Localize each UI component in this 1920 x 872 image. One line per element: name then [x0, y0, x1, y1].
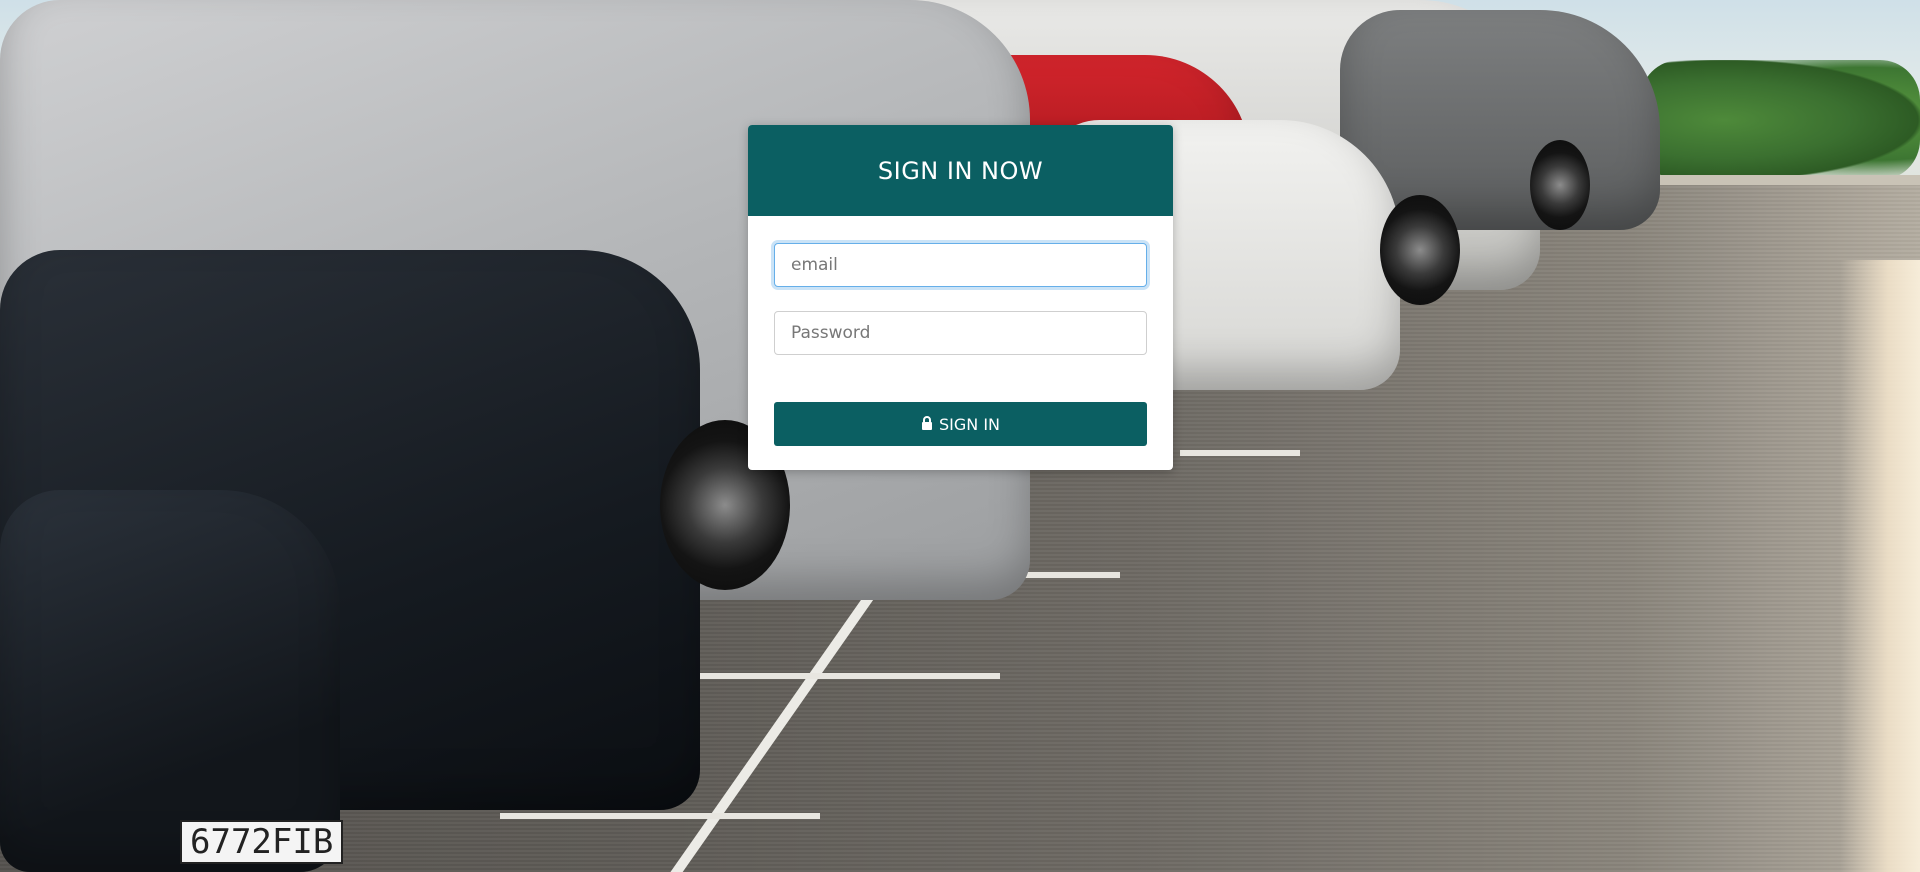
background-curb [1660, 175, 1920, 185]
login-title: SIGN IN NOW [748, 125, 1173, 216]
sign-in-button[interactable]: SIGN IN [774, 402, 1147, 446]
background-wheel [1380, 195, 1460, 305]
lock-icon [921, 416, 935, 432]
background-car-black-front [0, 490, 340, 872]
background-sunlit-area [1840, 260, 1920, 872]
background-wheel [1530, 140, 1590, 230]
parking-line [500, 813, 820, 819]
email-input[interactable] [774, 243, 1147, 287]
password-input[interactable] [774, 311, 1147, 355]
parking-line [680, 673, 1000, 679]
background-bushes [1640, 60, 1920, 180]
parking-line [1180, 450, 1300, 456]
license-plate: 6772FIB [180, 820, 344, 864]
sign-in-label: SIGN IN [938, 414, 1000, 434]
login-card: SIGN IN NOW SIGN IN [748, 125, 1173, 470]
